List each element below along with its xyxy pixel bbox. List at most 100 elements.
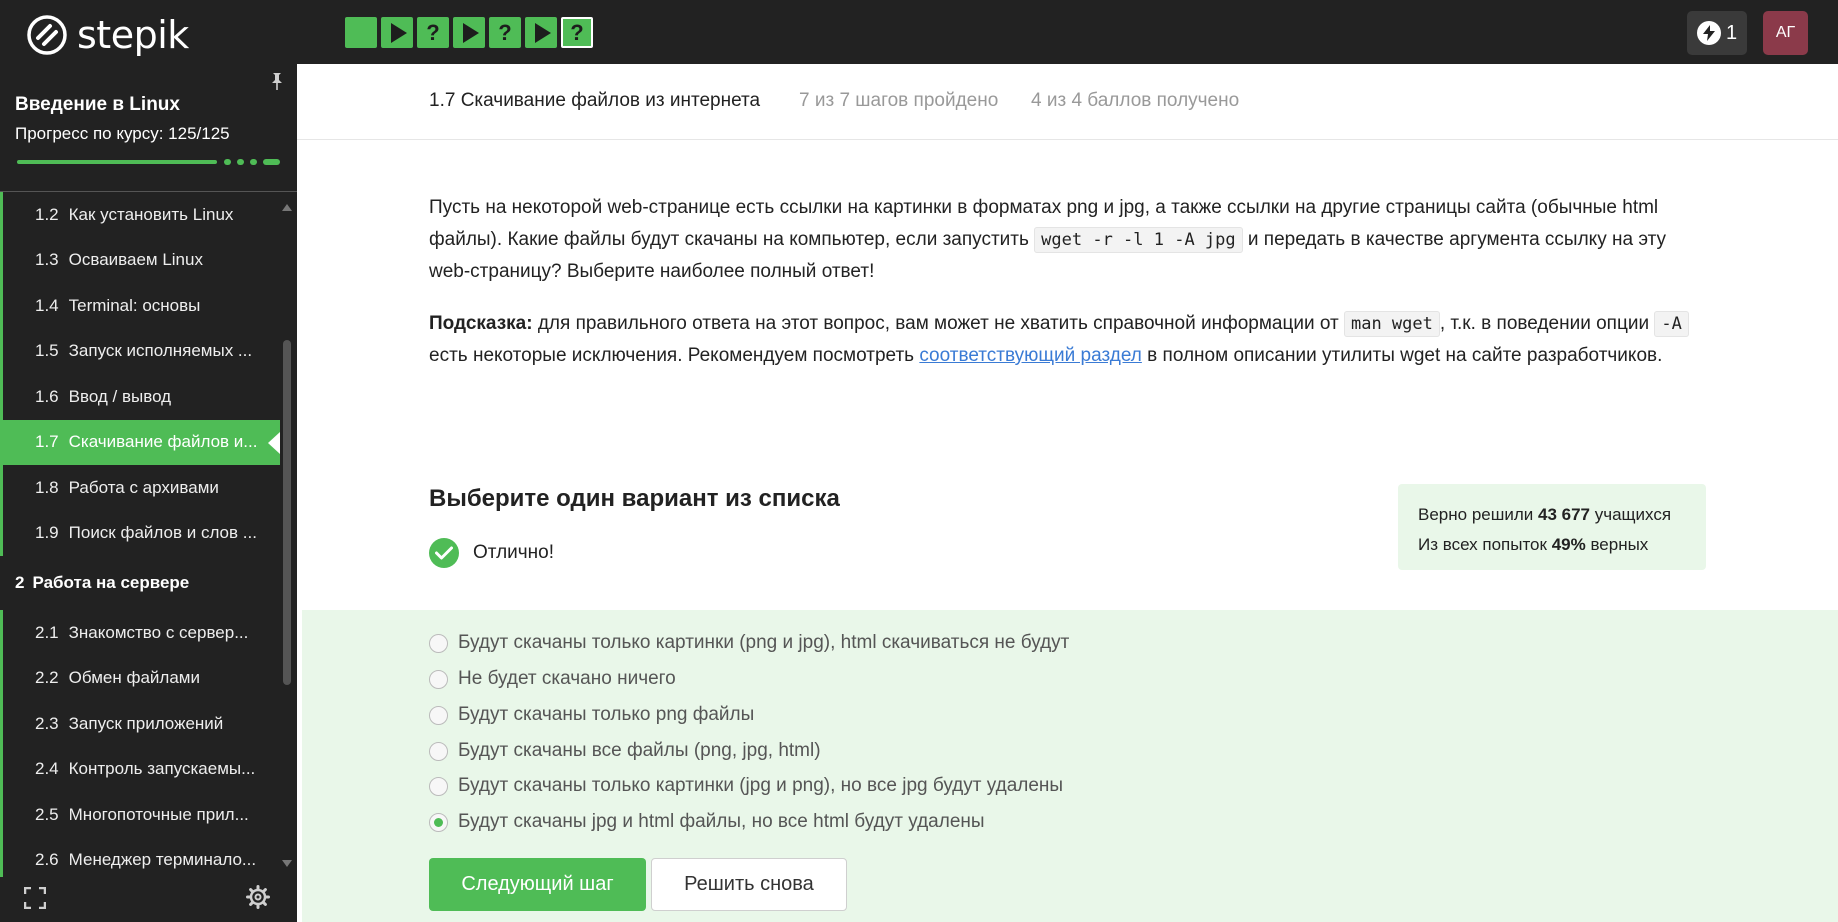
- user-avatar[interactable]: АГ: [1763, 11, 1808, 55]
- question-icon: ?: [498, 19, 512, 45]
- lesson-number: 1.5: [35, 341, 59, 361]
- lesson-label: Как установить Linux: [68, 204, 234, 224]
- answer-option[interactable]: Будут скачаны только png файлы: [429, 704, 754, 726]
- sidebar-scrollbar[interactable]: [282, 204, 292, 874]
- course-progress-text: Прогресс по курсу: 125/125: [15, 124, 230, 143]
- progress-fill: [17, 160, 217, 164]
- lesson-label: Ввод / вывод: [68, 386, 172, 406]
- lesson-number: 1.6: [35, 386, 59, 406]
- option-label: Будут скачаны все файлы (png, jpg, html): [458, 740, 821, 761]
- option-label: Будут скачаны только картинки (png и jpg…: [458, 632, 1070, 653]
- radio-button-checked[interactable]: [429, 812, 448, 832]
- solved-count: 43 677: [1538, 505, 1590, 524]
- lesson-item[interactable]: 1.8 Работа с архивами: [0, 465, 280, 511]
- lesson-item[interactable]: 1.5 Запуск исполняемых ...: [0, 328, 280, 374]
- answer-option[interactable]: Будут скачаны только картинки (png и jpg…: [429, 632, 1069, 654]
- option-label: Будут скачаны jpg и html файлы, но все h…: [458, 811, 985, 832]
- play-icon: [462, 22, 479, 43]
- stats-solved: Верно решили 43 677 учащихся: [1418, 500, 1686, 530]
- text: Из всех попыток: [1418, 535, 1552, 554]
- lesson-label: Terminal: основы: [68, 295, 201, 315]
- lesson-number: 2.6: [35, 850, 59, 870]
- lesson-number: 2.1: [35, 622, 59, 642]
- step-4-button[interactable]: [453, 17, 485, 48]
- lesson-label: Поиск файлов и слов ...: [68, 523, 257, 543]
- lesson-number: 2.4: [35, 759, 59, 779]
- radio-button[interactable]: [429, 741, 448, 761]
- scroll-up-arrow-icon[interactable]: [282, 204, 292, 211]
- answer-option[interactable]: Будут скачаны все файлы (png, jpg, html): [429, 740, 821, 762]
- radio-button[interactable]: [429, 776, 448, 796]
- lesson-item[interactable]: 1.4 Terminal: основы: [0, 283, 280, 329]
- step-1-button[interactable]: [345, 17, 377, 48]
- scroll-thumb[interactable]: [283, 340, 291, 685]
- hint-label: Подсказка:: [429, 313, 533, 334]
- radio-button[interactable]: [429, 705, 448, 725]
- scroll-down-arrow-icon[interactable]: [282, 860, 292, 867]
- answer-option[interactable]: Будут скачаны только картинки (jpg и png…: [429, 775, 1063, 797]
- lesson-item[interactable]: 2.4 Контроль запускаемы...: [0, 746, 280, 792]
- text: учащихся: [1590, 505, 1672, 524]
- gear-icon[interactable]: [246, 885, 270, 909]
- option-label: Будут скачаны только картинки (jpg и png…: [458, 775, 1064, 796]
- retry-button[interactable]: Решить снова: [651, 858, 847, 911]
- progress-dot: [237, 159, 244, 165]
- lesson-number: 2.5: [35, 804, 59, 824]
- module-section-title[interactable]: 2 Работа на сервере: [0, 556, 280, 610]
- energy-button[interactable]: 1: [1687, 11, 1747, 55]
- next-step-button[interactable]: Следующий шаг: [429, 858, 646, 911]
- docs-link[interactable]: соответствующий раздел: [919, 345, 1142, 366]
- pin-icon[interactable]: [270, 72, 284, 90]
- score-progress: 4 из 4 баллов получено: [1031, 90, 1240, 111]
- question-icon: ?: [570, 19, 584, 45]
- sidebar-footer: [0, 879, 297, 922]
- course-progress-bar: [17, 159, 280, 165]
- course-sidebar: Введение в Linux Прогресс по курсу: 125/…: [0, 64, 297, 922]
- progress-dot: [250, 159, 257, 165]
- steps-progress: 7 из 7 шагов пройдено: [799, 90, 999, 111]
- lesson-item[interactable]: 2.1 Знакомство с сервер...: [0, 610, 280, 656]
- text: для правильного ответа на этот вопрос, в…: [532, 313, 1344, 334]
- code-inline: wget -r -l 1 -A jpg: [1034, 227, 1243, 253]
- step-6-button[interactable]: [525, 17, 557, 48]
- radio-button[interactable]: [429, 633, 448, 653]
- stats-box: Верно решили 43 677 учащихся Из всех поп…: [1398, 484, 1706, 570]
- course-title[interactable]: Введение в Linux: [15, 94, 180, 116]
- lesson-item[interactable]: 1.9 Поиск файлов и слов ...: [0, 510, 280, 556]
- text: , т.к. в поведении опции: [1439, 313, 1655, 334]
- lesson-label: Запуск приложений: [68, 713, 224, 733]
- lesson-item[interactable]: 1.6 Ввод / вывод: [0, 374, 280, 420]
- lesson-label: Обмен файлами: [68, 668, 200, 688]
- progress-dot: [224, 159, 231, 165]
- hint-paragraph: Подсказка: для правильного ответа на это…: [429, 308, 1699, 372]
- step-3-button[interactable]: ?: [417, 17, 449, 48]
- lesson-item[interactable]: 1.3 Осваиваем Linux: [0, 237, 280, 283]
- lesson-item[interactable]: 2.3 Запуск приложений: [0, 701, 280, 747]
- stats-attempts: Из всех попыток 49% верных: [1418, 530, 1686, 560]
- lesson-item[interactable]: 2.6 Менеджер терминало...: [0, 837, 280, 877]
- radio-dot: [434, 817, 443, 827]
- radio-button[interactable]: [429, 669, 448, 689]
- fullscreen-icon[interactable]: [24, 887, 46, 909]
- play-icon: [390, 22, 407, 43]
- step-7-button[interactable]: ?: [561, 17, 593, 48]
- lesson-item[interactable]: 2.2 Обмен файлами: [0, 655, 280, 701]
- lesson-item[interactable]: 2.5 Многопоточные прил...: [0, 792, 280, 838]
- result-status: Отлично!: [429, 538, 554, 568]
- sidebar-header: Введение в Linux Прогресс по курсу: 125/…: [0, 64, 297, 192]
- lesson-label: Запуск исполняемых ...: [68, 341, 253, 361]
- lesson-label: Многопоточные прил...: [68, 804, 249, 824]
- step-5-button[interactable]: ?: [489, 17, 521, 48]
- status-text: Отлично!: [473, 542, 555, 563]
- answer-option[interactable]: Не будет скачано ничего: [429, 668, 676, 690]
- answer-option-selected[interactable]: Будут скачаны jpg и html файлы, но все h…: [429, 811, 985, 833]
- lesson-item-active[interactable]: 1.7 Скачивание файлов и...: [0, 419, 280, 465]
- step-2-button[interactable]: [381, 17, 413, 48]
- top-bar: stepik ? ? ? 1 АГ: [0, 0, 1838, 64]
- lesson-item[interactable]: 1.2 Как установить Linux: [0, 192, 280, 238]
- question-icon: ?: [426, 19, 440, 45]
- lightning-icon: [1696, 21, 1721, 45]
- question-paragraph: Пусть на некоторой web-странице есть ссы…: [429, 192, 1699, 288]
- lesson-label: Скачивание файлов и...: [68, 432, 258, 452]
- stepik-logo[interactable]: stepik: [27, 13, 189, 57]
